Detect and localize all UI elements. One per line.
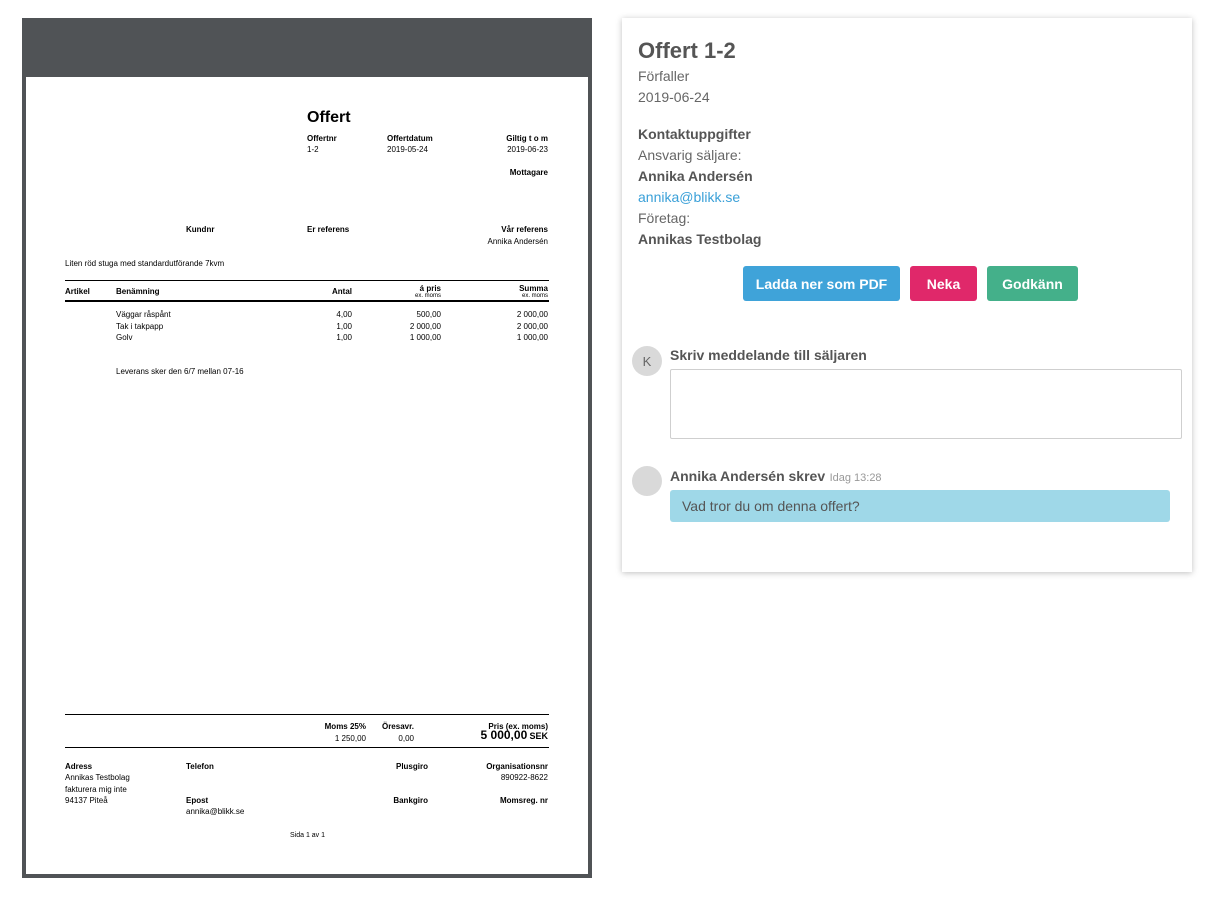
bankgiro-label: Bankgiro [393,796,428,805]
approve-button[interactable]: Godkänn [987,266,1078,301]
email-label: Epost [186,796,209,805]
pdf-page: Offert Offertnr 1-2 Offertdatum 2019-05-… [26,77,588,874]
row-name: Väggar råspånt [116,310,171,319]
valid-date: 2019-06-23 [507,145,548,154]
message-bubble: Vad tror du om denna offert? [670,490,1170,522]
phone-label: Telefon [186,762,214,771]
divider [65,300,549,302]
row-qty: 4,00 [336,310,352,319]
col-sum-sub: ex. moms [521,293,548,299]
divider [65,714,549,715]
message-time: Idag 13:28 [829,472,882,484]
address-line: fakturera mig inte [65,785,127,794]
currency: SEK [529,731,548,741]
due-label: Förfaller [638,68,690,84]
divider [65,747,549,748]
row-qty: 1,00 [336,322,352,331]
valid-label: Giltig t o m [506,134,548,143]
row-sum: 2 000,00 [516,310,548,319]
message-header: Annika Andersén skrev Idag 13:28 [670,468,882,486]
row-sum: 2 000,00 [516,322,548,331]
rounding-value: 0,00 [398,734,414,743]
company-label: Företag: [638,210,691,226]
org-nr: 890922-8622 [500,773,548,782]
recipient-label: Mottagare [509,168,548,177]
pdf-title: Offert [307,109,351,126]
org-nr-label: Organisationsnr [486,762,548,771]
customer-nr-label: Kundnr [186,225,215,234]
your-ref-label: Er referens [307,225,350,234]
page-number: Sida 1 av 1 [290,832,326,839]
col-price-sub: ex. moms [414,293,441,299]
message-input[interactable] [670,369,1182,439]
avatar [632,466,662,496]
row-price: 2 000,00 [409,322,441,331]
row-price: 1 000,00 [409,333,441,342]
offer-nr-label: Offertnr [307,134,337,143]
divider [65,280,549,281]
total-amount: 5 000,00 [480,728,528,742]
offer-title: Offert 1-2 [638,38,736,63]
message-author: Annika Andersén skrev [670,468,826,484]
avatar: K [632,346,662,376]
offer-description: Liten röd stuga med standardutförande 7k… [65,259,225,268]
vat-value: 1 250,00 [334,734,366,743]
our-ref-label: Vår referens [501,225,548,234]
due-date: 2019-06-24 [638,89,710,105]
email: annika@blikk.se [186,807,245,816]
address-line: 94137 Piteå [65,796,108,805]
reject-button[interactable]: Neka [910,266,977,301]
offer-date-label: Offertdatum [387,134,433,143]
col-name: Benämning [116,287,160,296]
rounding-label: Öresavr. [381,722,414,731]
plusgiro-label: Plusgiro [395,762,428,771]
col-article: Artikel [65,287,90,296]
contact-heading: Kontaktuppgifter [638,126,751,142]
row-qty: 1,00 [336,333,352,342]
offer-card: Offert 1-2 Förfaller 2019-06-24 Kontaktu… [622,18,1192,572]
row-name: Golv [116,333,133,342]
delivery-note: Leverans sker den 6/7 mellan 07-16 [116,367,244,376]
pdf-viewer[interactable]: Offert Offertnr 1-2 Offertdatum 2019-05-… [22,18,592,878]
offer-nr: 1-2 [307,145,319,154]
address-label: Adress [65,762,93,771]
seller-name: Annika Andersén [638,168,753,184]
seller-email-link[interactable]: annika@blikk.se [638,189,740,205]
row-sum: 1 000,00 [516,333,548,342]
total-price: 5 000,00 SEK [480,728,548,742]
row-price: 500,00 [416,310,441,319]
row-name: Tak i takpapp [116,322,164,331]
our-ref: Annika Andersén [487,237,549,246]
compose-label: Skriv meddelande till säljaren [670,347,867,363]
vat-label: Moms 25% [324,722,366,731]
vat-reg-label: Momsreg. nr [499,796,548,805]
address-line: Annikas Testbolag [65,773,130,782]
seller-label: Ansvarig säljare: [638,147,742,163]
offer-date: 2019-05-24 [387,145,428,154]
download-pdf-button[interactable]: Ladda ner som PDF [743,266,900,301]
col-qty: Antal [332,287,352,296]
company-name: Annikas Testbolag [638,231,762,247]
